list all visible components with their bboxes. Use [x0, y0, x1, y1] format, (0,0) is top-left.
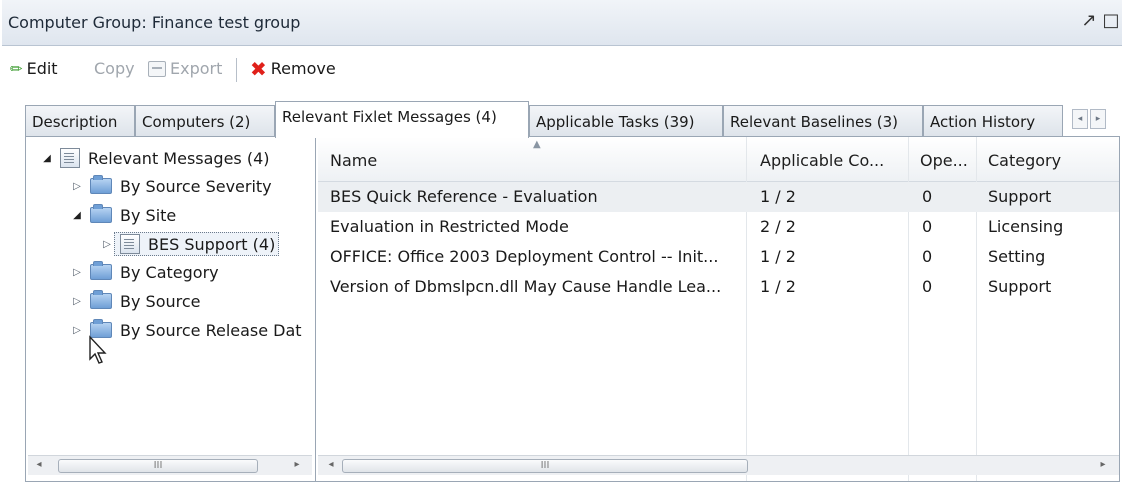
- cell-name: Evaluation in Restricted Mode: [330, 217, 569, 236]
- expand-icon[interactable]: ▷: [70, 296, 84, 307]
- tree-horizontal-scrollbar[interactable]: ◂ III ▸: [28, 455, 312, 475]
- collapse-icon[interactable]: ◢: [40, 153, 54, 164]
- table-row[interactable]: OFFICE: Office 2003 Deployment Control -…: [318, 242, 1119, 272]
- detach-icon[interactable]: ↗: [1078, 10, 1100, 31]
- tree-item-label: By Site: [120, 205, 177, 225]
- tree-item-label: By Category: [120, 262, 219, 282]
- table-row[interactable]: Version of Dbmslpcn.dll May Cause Handle…: [318, 272, 1119, 302]
- cell-name: BES Quick Reference - Evaluation: [330, 187, 598, 206]
- tab-relevant-fixlet-messages[interactable]: Relevant Fixlet Messages (4): [275, 101, 529, 138]
- scroll-left-icon[interactable]: ◂: [324, 459, 338, 470]
- remove-x-icon: ✖: [250, 56, 267, 81]
- tab-computers[interactable]: Computers (2): [135, 105, 275, 137]
- expand-icon[interactable]: ▷: [100, 239, 114, 250]
- edit-label: Edit: [26, 59, 58, 78]
- tree-item-by-source[interactable]: ▷ By Source: [70, 288, 200, 314]
- table-row[interactable]: Evaluation in Restricted Mode 2 / 2 0 Li…: [318, 212, 1119, 242]
- sort-indicator-icon: ▲: [533, 139, 541, 150]
- expand-icon[interactable]: ▷: [70, 267, 84, 278]
- column-header-open[interactable]: Ope...: [920, 151, 968, 170]
- tree-root-relevant-messages[interactable]: ◢ Relevant Messages (4): [40, 145, 270, 171]
- toolbar: ✏ Edit Copy Export ✖ Remove: [2, 50, 352, 90]
- tree-item-by-category[interactable]: ▷ By Category: [70, 259, 219, 285]
- tree-item-label: By Source Severity: [120, 176, 272, 196]
- list-header: ▲ Name Applicable Co... Ope... Category: [318, 137, 1119, 182]
- fixlet-site-icon: [120, 234, 140, 254]
- cell-name: OFFICE: Office 2003 Deployment Control -…: [330, 247, 719, 266]
- expand-icon[interactable]: ▷: [70, 181, 84, 192]
- tab-scroll-right-icon[interactable]: ▸: [1090, 109, 1106, 129]
- message-tree: ◢ Relevant Messages (4) ▷ By Source Seve…: [26, 137, 316, 481]
- scroll-thumb[interactable]: III: [58, 459, 258, 473]
- tree-item-by-source-severity[interactable]: ▷ By Source Severity: [70, 173, 272, 199]
- folder-icon: [90, 175, 112, 194]
- cell-category: Support: [988, 187, 1052, 206]
- window-title: Computer Group: Finance test group: [8, 13, 301, 32]
- tree-item-label: BES Support (4): [148, 234, 276, 254]
- scroll-right-icon[interactable]: ▸: [290, 459, 304, 470]
- tree-item-by-site[interactable]: ◢ By Site: [70, 202, 176, 228]
- export-icon: [148, 60, 166, 77]
- cell-open: 0: [922, 217, 933, 236]
- cell-applicable: 1 / 2: [760, 277, 796, 296]
- cell-name: Version of Dbmslpcn.dll May Cause Handle…: [330, 277, 722, 296]
- cell-category: Support: [988, 277, 1052, 296]
- fixlet-list: ▲ Name Applicable Co... Ope... Category …: [318, 137, 1119, 481]
- remove-button[interactable]: ✖ Remove: [250, 56, 336, 81]
- column-header-name[interactable]: Name: [330, 151, 377, 170]
- tab-description[interactable]: Description: [25, 105, 135, 137]
- pencil-icon: ✏: [10, 59, 23, 78]
- column-header-category[interactable]: Category: [988, 151, 1061, 170]
- tab-applicable-tasks[interactable]: Applicable Tasks (39): [529, 105, 723, 137]
- export-label: Export: [170, 59, 223, 78]
- cell-open: 0: [922, 247, 933, 266]
- cell-applicable: 1 / 2: [760, 187, 796, 206]
- cell-category: Licensing: [988, 217, 1064, 236]
- edit-button[interactable]: ✏ Edit: [10, 59, 58, 78]
- expand-icon[interactable]: ▷: [70, 325, 84, 336]
- scroll-right-icon[interactable]: ▸: [1096, 459, 1110, 470]
- maximize-icon[interactable]: □: [1100, 10, 1122, 31]
- tree-item-label: By Source Release Dat: [120, 320, 302, 340]
- folder-icon: [90, 290, 112, 309]
- mouse-cursor-icon: [89, 335, 107, 364]
- scroll-left-icon[interactable]: ◂: [32, 459, 46, 470]
- cell-open: 0: [922, 277, 933, 296]
- table-row[interactable]: BES Quick Reference - Evaluation 1 / 2 0…: [318, 182, 1119, 212]
- tree-item-bes-support[interactable]: ▷ BES Support (4): [100, 231, 280, 257]
- cell-applicable: 2 / 2: [760, 217, 796, 236]
- cell-category: Setting: [988, 247, 1046, 266]
- folder-icon: [90, 261, 112, 280]
- tree-item-label: By Source: [120, 291, 201, 311]
- collapse-icon[interactable]: ◢: [70, 210, 84, 221]
- list-horizontal-scrollbar[interactable]: ◂ III ▸: [318, 455, 1119, 475]
- selected-node[interactable]: BES Support (4): [114, 232, 280, 256]
- title-bar: Computer Group: Finance test group ↗ □: [2, 0, 1122, 46]
- export-button[interactable]: Export: [148, 59, 222, 78]
- toolbar-separator: [236, 58, 237, 82]
- column-header-applicable[interactable]: Applicable Co...: [760, 151, 884, 170]
- copy-button[interactable]: Copy: [94, 59, 135, 78]
- copy-label: Copy: [94, 59, 135, 78]
- folder-open-icon: [90, 204, 112, 223]
- fixlet-list-icon: [60, 148, 80, 168]
- window-controls: ↗ □: [1078, 10, 1122, 31]
- cell-open: 0: [922, 187, 933, 206]
- tab-action-history[interactable]: Action History: [923, 105, 1063, 137]
- tab-strip: Description Computers (2) Relevant Fixle…: [25, 101, 1120, 138]
- computer-group-window: Computer Group: Finance test group ↗ □ ✏ …: [0, 0, 1122, 492]
- tab-relevant-baselines[interactable]: Relevant Baselines (3): [723, 105, 923, 137]
- scroll-thumb[interactable]: III: [342, 459, 748, 473]
- tab-scroll-left-icon[interactable]: ◂: [1072, 109, 1088, 129]
- remove-label: Remove: [270, 59, 336, 78]
- tree-root-label: Relevant Messages (4): [88, 148, 270, 168]
- cell-applicable: 1 / 2: [760, 247, 796, 266]
